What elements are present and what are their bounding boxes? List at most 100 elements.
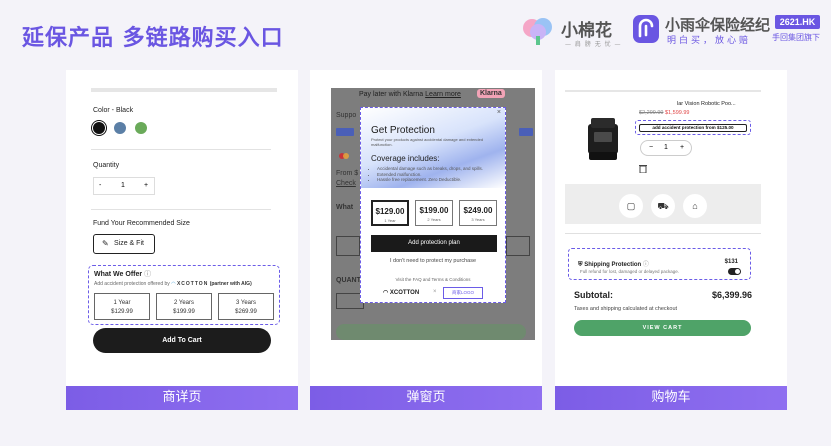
qty-minus-button[interactable]: - <box>99 182 101 189</box>
cart-actions-bar: ▢ ⛟ ⌂ <box>565 184 761 224</box>
plan-term: 3 Years <box>471 217 485 222</box>
plan-option[interactable]: 3 Years $269.99 <box>218 293 274 320</box>
subtotal-label: Subtotal: <box>574 290 613 300</box>
hk-badge: 2621.HK <box>775 15 820 29</box>
plan-price: $269.99 <box>235 309 257 315</box>
subtotal-value: $6,399.96 <box>711 290 752 300</box>
times-icon: × <box>433 289 437 295</box>
payment-card-icon <box>519 128 533 136</box>
price-sale: $1,599.99 <box>665 110 690 116</box>
xcotton-logo: ◠ XCOTTON <box>383 289 419 296</box>
qty-minus-button[interactable]: − <box>649 144 653 151</box>
divider <box>91 149 271 150</box>
offer-sub-text: Add accident protection offered by <box>94 281 170 287</box>
view-cart-button[interactable]: VIEW CART <box>574 320 751 336</box>
plan-price: $249.00 <box>463 206 493 215</box>
panel-caption: 弹窗页 <box>310 386 542 410</box>
offer-subtitle: Add accident protection offered by ◠ XCO… <box>94 281 252 287</box>
coverage-list: Accidental damage such as breaks, drops,… <box>377 166 495 183</box>
plan-price: $129.99 <box>111 309 133 315</box>
qty-plus-button[interactable]: + <box>680 144 684 151</box>
qty-value[interactable]: 1 <box>664 144 668 151</box>
qty-value[interactable]: 1 <box>121 182 125 189</box>
plan-term: 1 Year <box>384 218 396 223</box>
learn-more-link[interactable]: Learn more <box>425 91 461 98</box>
note-icon[interactable]: ▢ <box>619 194 643 218</box>
robotic-pool-cleaner-image <box>588 118 618 160</box>
protection-popup: × Get Protection Protect your products a… <box>360 107 506 303</box>
bg-check-text: Check <box>336 180 356 187</box>
tag-icon[interactable]: ⌂ <box>683 194 707 218</box>
swatch-green[interactable] <box>135 122 147 134</box>
xcotton-name: XCOTTON <box>389 290 420 296</box>
plan-term: 2 Years <box>427 217 441 222</box>
divider <box>91 88 277 92</box>
ruler-icon: ✎ <box>102 239 109 248</box>
qty-plus-button[interactable]: + <box>144 182 148 189</box>
plan-term: 3 Years <box>235 300 257 306</box>
add-to-cart-button[interactable]: Add To Cart <box>93 328 271 353</box>
accident-protection-highlight: add accident protection from $125.00 <box>635 120 751 135</box>
add-accident-protection-button[interactable]: add accident protection from $125.00 <box>639 124 747 132</box>
quantity-stepper: − 1 + <box>640 140 692 156</box>
offer-title: What We Offer ⓘ <box>94 269 151 279</box>
shop-logo: 商家LOGO <box>443 287 483 299</box>
brand-xiaoyusan: 小雨伞保险经纪 明白买，放心赔 <box>633 13 773 47</box>
page-title: 延保产品 多链路购买入口 <box>22 26 284 51</box>
bg-what-text: What <box>336 204 354 211</box>
plan-option-selected[interactable]: $129.00 1 Year <box>371 200 409 226</box>
shipping-title-text: Shipping Protection <box>584 262 642 268</box>
panel-caption: 商详页 <box>66 386 298 410</box>
plan-option[interactable]: $199.00 2 Years <box>415 200 453 226</box>
plan-option[interactable]: $249.00 3 Years <box>459 200 497 226</box>
add-protection-button[interactable]: Add protection plan <box>371 235 497 252</box>
panel-popup: Pay later with Klarna Learn more Klarna … <box>310 70 542 410</box>
list-item: Hassle free replacement. Zero Deductible… <box>377 177 495 183</box>
payment-card-icon <box>336 128 354 136</box>
panel-caption: 购物车 <box>555 386 787 410</box>
info-icon[interactable]: ⓘ <box>643 262 649 268</box>
coverage-title: Coverage includes: <box>371 154 440 163</box>
brand2-name: 小雨伞保险经纪 <box>665 16 771 34</box>
klarna-text: Pay later with Klarna Learn more <box>359 91 461 98</box>
fit-label: Fund Your Recommended Size <box>93 220 190 227</box>
swatch-blue[interactable] <box>114 122 126 134</box>
color-label: Color - Black <box>93 107 134 114</box>
plan-option[interactable]: 1 Year $129.99 <box>94 293 150 320</box>
brand2-slogan: 明白买，放心赔 <box>667 36 752 46</box>
brand1-slogan: — 肩 膀 无 忧 — <box>565 41 622 48</box>
accident-protection-offer: What We Offer ⓘ Add accident protection … <box>88 265 280 325</box>
divider <box>565 233 761 234</box>
shipping-protection-sub: Full refund for lost, damaged or delayed… <box>580 269 680 274</box>
faq-terms-text[interactable]: Visit the FAQ and Terms & Conditions <box>361 277 505 282</box>
xcotton-logo-icon: ◠ <box>383 290 389 296</box>
bg-from-text: From $ <box>336 170 359 177</box>
taxes-note: Taxes and shipping calculated at checkou… <box>574 306 678 312</box>
close-icon[interactable]: × <box>497 109 501 116</box>
size-fit-button[interactable]: ✎ Size & Fit <box>93 234 155 254</box>
brand1-name: 小棉花 <box>561 21 612 41</box>
trash-icon[interactable] <box>639 164 647 175</box>
cotton-logo-icon <box>523 18 552 45</box>
panel-product-detail: Color - Black Quantity - 1 + Fund Your R… <box>66 70 298 410</box>
truck-icon[interactable]: ⛟ <box>651 194 675 218</box>
panel-cart: lar Vision Robotic Poo... $2,299.99 $1,5… <box>555 70 787 410</box>
offer-partner: (partner with AIG) <box>209 281 252 287</box>
product-title[interactable]: lar Vision Robotic Poo... <box>677 101 736 107</box>
price-original: $2,299.99 <box>639 110 664 116</box>
bg-quantity-text: QUANT <box>336 277 361 284</box>
decline-protection-link[interactable]: I don't need to protect my purchase <box>361 258 505 264</box>
info-icon[interactable]: ⓘ <box>144 271 151 278</box>
swatch-black[interactable] <box>93 122 105 134</box>
plan-term: 1 Year <box>113 300 131 306</box>
shield-icon: ⛨ <box>578 262 583 268</box>
mastercard-icon <box>339 146 349 159</box>
slide: 延保产品 多链路购买入口 小棉花 — 肩 膀 无 忧 — 小雨伞保险经纪 明白买… <box>0 0 831 446</box>
plan-term: 2 Years <box>173 300 195 306</box>
offer-brand: XCOTTON <box>176 281 209 287</box>
bg-support-text: Suppo <box>336 112 357 119</box>
list-item: Accidental damage such as breaks, drops,… <box>377 166 495 172</box>
shipping-protection-toggle[interactable] <box>728 268 741 275</box>
plan-price: $199.99 <box>173 309 195 315</box>
plan-option[interactable]: 2 Years $199.99 <box>156 293 212 320</box>
